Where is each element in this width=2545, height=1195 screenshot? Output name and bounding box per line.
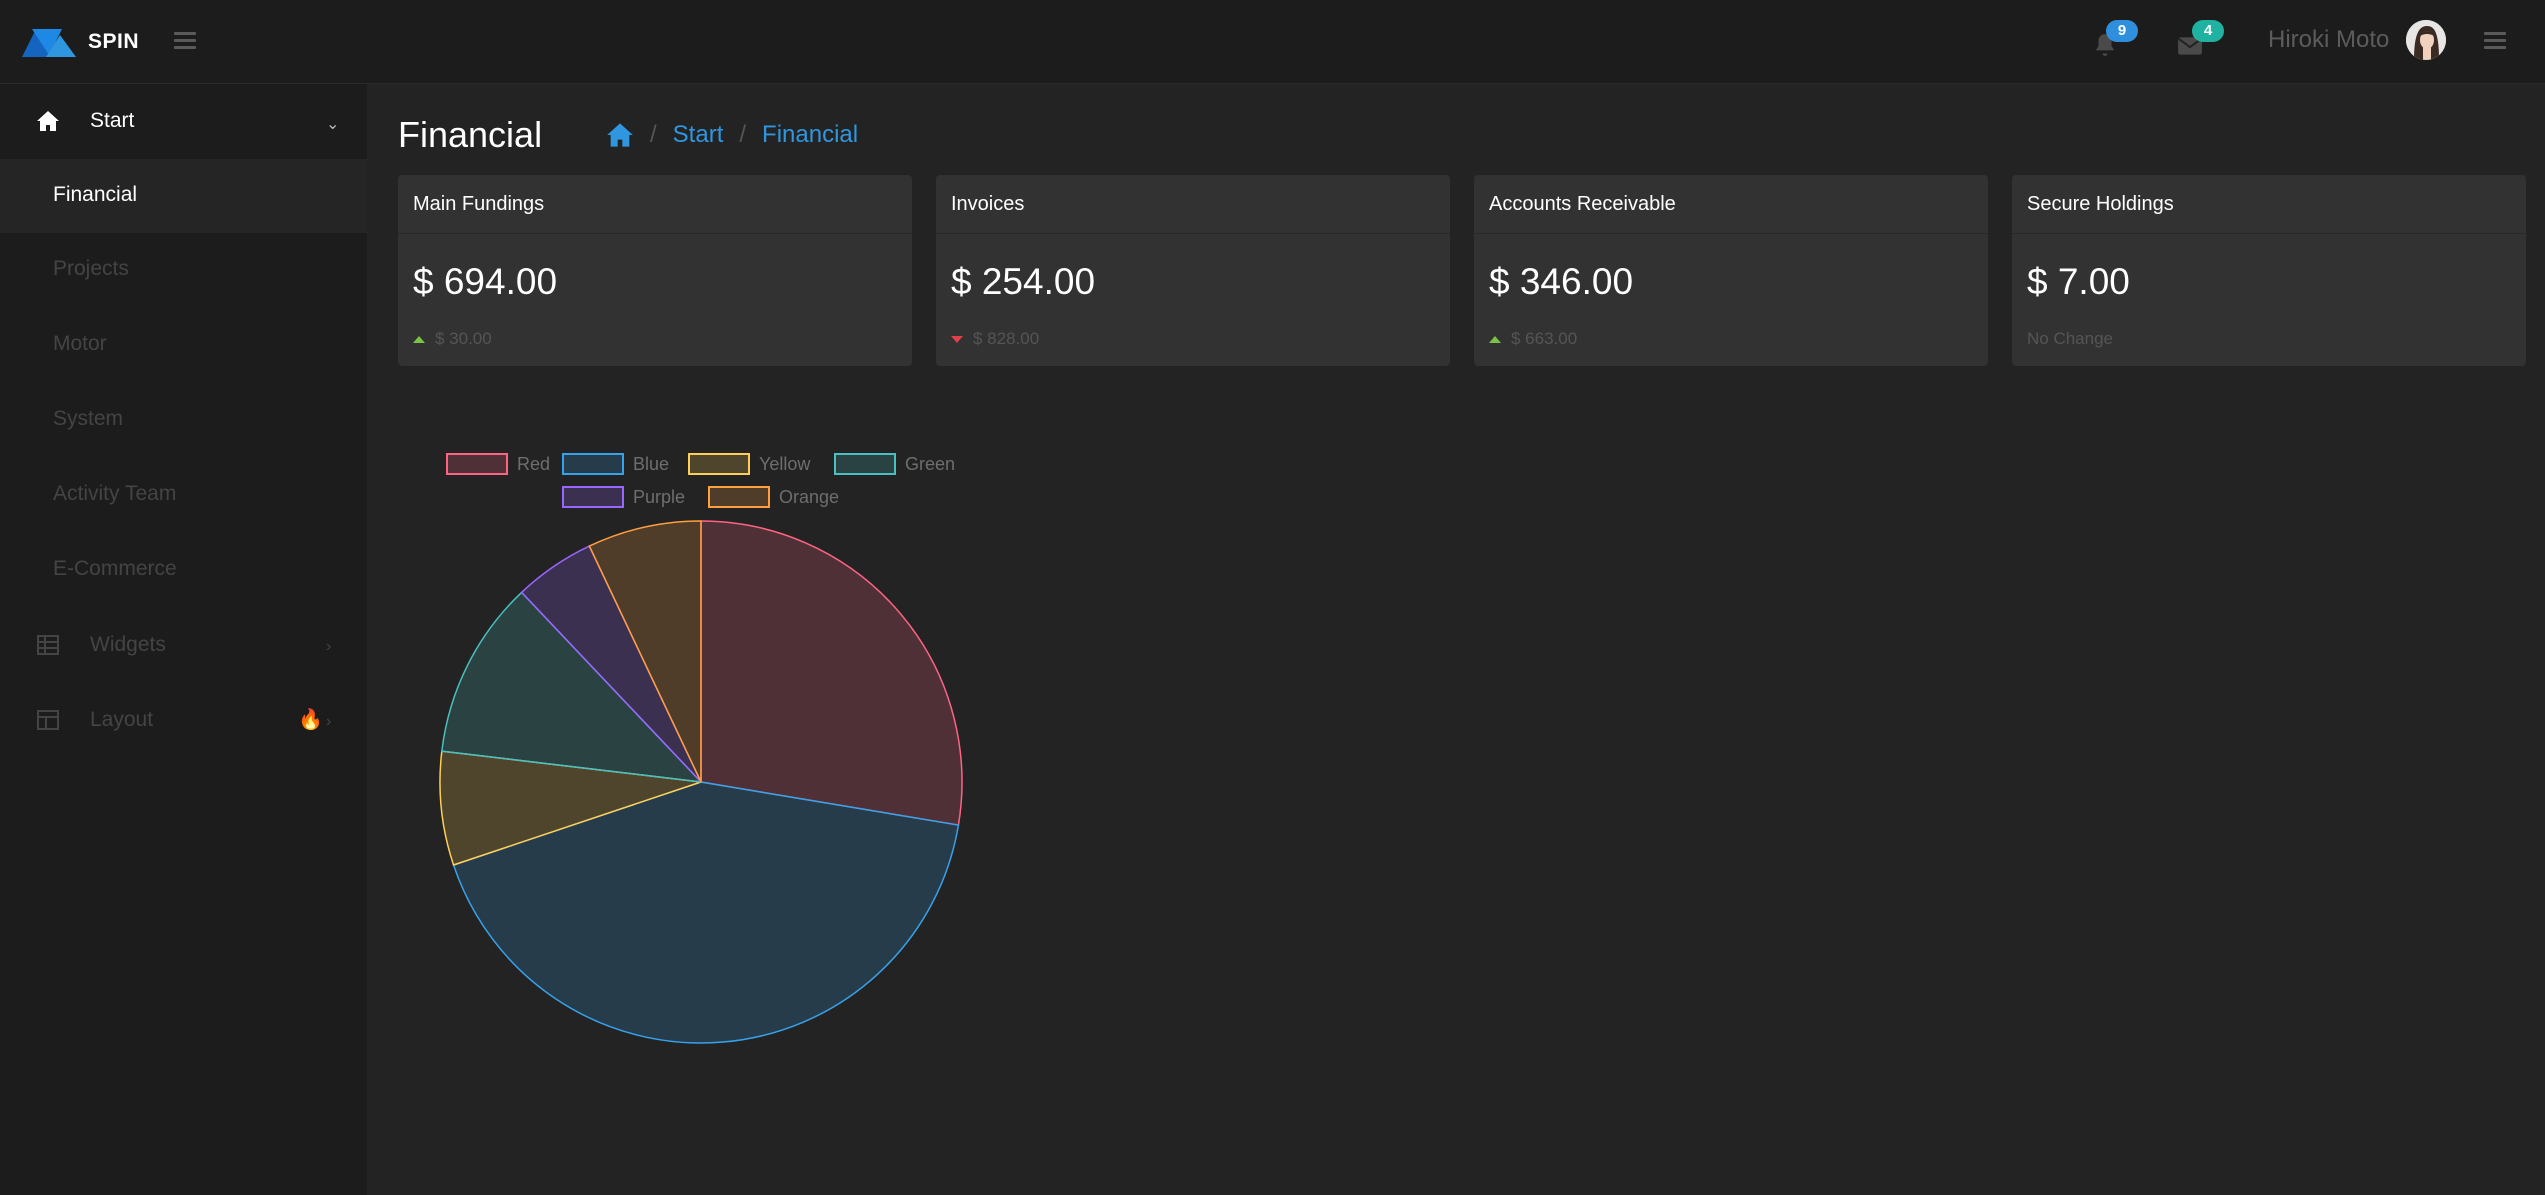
messages-badge: 4 [2192, 20, 2224, 42]
legend-swatch [688, 453, 750, 475]
breadcrumb-separator: / [650, 121, 657, 148]
legend-swatch [834, 453, 896, 475]
card-change: $ 30.00 [413, 329, 492, 349]
sidebar-item-e-commerce[interactable]: E-Commerce [0, 533, 367, 607]
stat-card-invoices: Invoices $ 254.00 $ 828.00 [936, 175, 1450, 366]
sidebar-group-layout[interactable]: Layout 🔥 › [0, 683, 367, 757]
card-change-value: $ 30.00 [435, 329, 492, 348]
legend-label: Blue [633, 454, 669, 474]
legend-item-orange[interactable]: Orange [708, 486, 839, 508]
card-change: $ 663.00 [1489, 329, 1577, 349]
notifications-button[interactable]: 9 [2088, 20, 2138, 62]
legend-item-red[interactable]: Red [446, 453, 550, 475]
brand-logo[interactable]: SPIN [22, 22, 139, 62]
fire-icon: 🔥 [298, 709, 323, 731]
breadcrumb-separator: / [739, 121, 747, 148]
card-value: $ 254.00 [951, 261, 1096, 302]
sidebar-group-widgets[interactable]: Widgets › [0, 608, 367, 682]
sidebar-item-label: E-Commerce [53, 557, 177, 580]
home-icon [37, 111, 59, 131]
top-navbar: SPIN 9 4 Hiroki Moto [0, 0, 2545, 84]
card-change: $ 828.00 [951, 329, 1039, 349]
breadcrumb-start-link[interactable]: Start [673, 121, 724, 149]
legend-item-blue[interactable]: Blue [562, 453, 669, 475]
card-title: Invoices [936, 175, 1450, 234]
chevron-right-icon: › [326, 713, 332, 730]
card-title: Secure Holdings [2012, 175, 2526, 234]
card-title: Accounts Receivable [1474, 175, 1988, 234]
sidebar-item-projects[interactable]: Projects [0, 233, 367, 307]
sidebar-item-label: Activity Team [53, 482, 177, 505]
sidebar-item-motor[interactable]: Motor [0, 308, 367, 382]
legend-swatch [446, 453, 508, 475]
trend-up-icon [413, 335, 425, 343]
sidebar-item-activity-team[interactable]: Activity Team [0, 458, 367, 532]
legend-label: Purple [633, 487, 685, 507]
notifications-badge: 9 [2106, 20, 2138, 42]
sidebar-group-start[interactable]: Start ⌄ [0, 84, 367, 158]
card-value: $ 346.00 [1489, 261, 1634, 302]
sidebar-item-label: Projects [53, 257, 129, 280]
legend-label: Orange [779, 487, 839, 507]
stat-card-secure-holdings: Secure Holdings $ 7.00 No Change [2012, 175, 2526, 366]
trend-up-icon [1489, 335, 1501, 343]
chevron-down-icon: ⌄ [326, 116, 340, 133]
spin-logo-icon [22, 29, 76, 57]
breadcrumb-current[interactable]: Financial [762, 121, 858, 149]
card-change: No Change [2027, 329, 2113, 349]
sidebar-item-label: Financial [53, 183, 138, 206]
trend-down-icon [951, 335, 963, 343]
legend-item-purple[interactable]: Purple [562, 486, 685, 508]
chevron-right-icon: › [326, 638, 332, 655]
right-panel-toggle-button[interactable] [2484, 28, 2506, 54]
legend-item-green[interactable]: Green [834, 453, 955, 475]
messages-button[interactable]: 4 [2174, 20, 2224, 62]
sidebar-item-financial[interactable]: Financial [0, 159, 367, 233]
legend-label: Green [905, 454, 955, 474]
sidebar-item-label: System [53, 407, 124, 430]
card-title: Main Fundings [398, 175, 912, 234]
pie-slice-red[interactable] [700, 520, 963, 826]
card-change-value: $ 828.00 [973, 329, 1040, 348]
card-value: $ 694.00 [413, 261, 558, 302]
card-change-value: No Change [2027, 329, 2114, 348]
user-avatar[interactable] [2406, 20, 2446, 60]
sidebar-item-system[interactable]: System [0, 383, 367, 457]
stat-card-accounts-receivable: Accounts Receivable $ 346.00 $ 663.00 [1474, 175, 1988, 366]
sidebar: Start ⌄ Financial Projects Motor System … [0, 84, 367, 1195]
home-icon[interactable] [606, 122, 634, 148]
legend-label: Red [517, 454, 550, 474]
brand-name: SPIN [88, 30, 140, 53]
legend-item-yellow[interactable]: Yellow [688, 453, 811, 475]
pie-chart: Red Blue Yellow Green Purple Orange [439, 453, 963, 1044]
stat-card-main-fundings: Main Fundings $ 694.00 $ 30.00 [398, 175, 912, 366]
grid-table-icon [37, 635, 59, 655]
layout-icon [37, 710, 59, 730]
legend-swatch [562, 486, 624, 508]
sidebar-group-label: Start [90, 109, 135, 132]
sidebar-group-label: Widgets [90, 633, 166, 656]
legend-swatch [708, 486, 770, 508]
sidebar-group-label: Layout [90, 708, 154, 731]
legend-label: Yellow [759, 454, 811, 474]
sidebar-item-label: Motor [53, 332, 107, 355]
card-value: $ 7.00 [2027, 261, 2130, 302]
legend-swatch [562, 453, 624, 475]
sidebar-toggle-button[interactable] [174, 28, 196, 54]
card-change-value: $ 663.00 [1511, 329, 1578, 348]
avatar-portrait-icon [2406, 20, 2446, 60]
user-name[interactable]: Hiroki Moto [2268, 26, 2389, 54]
page-title: Financial [398, 114, 543, 155]
breadcrumb: / Start / Financial [606, 120, 858, 150]
